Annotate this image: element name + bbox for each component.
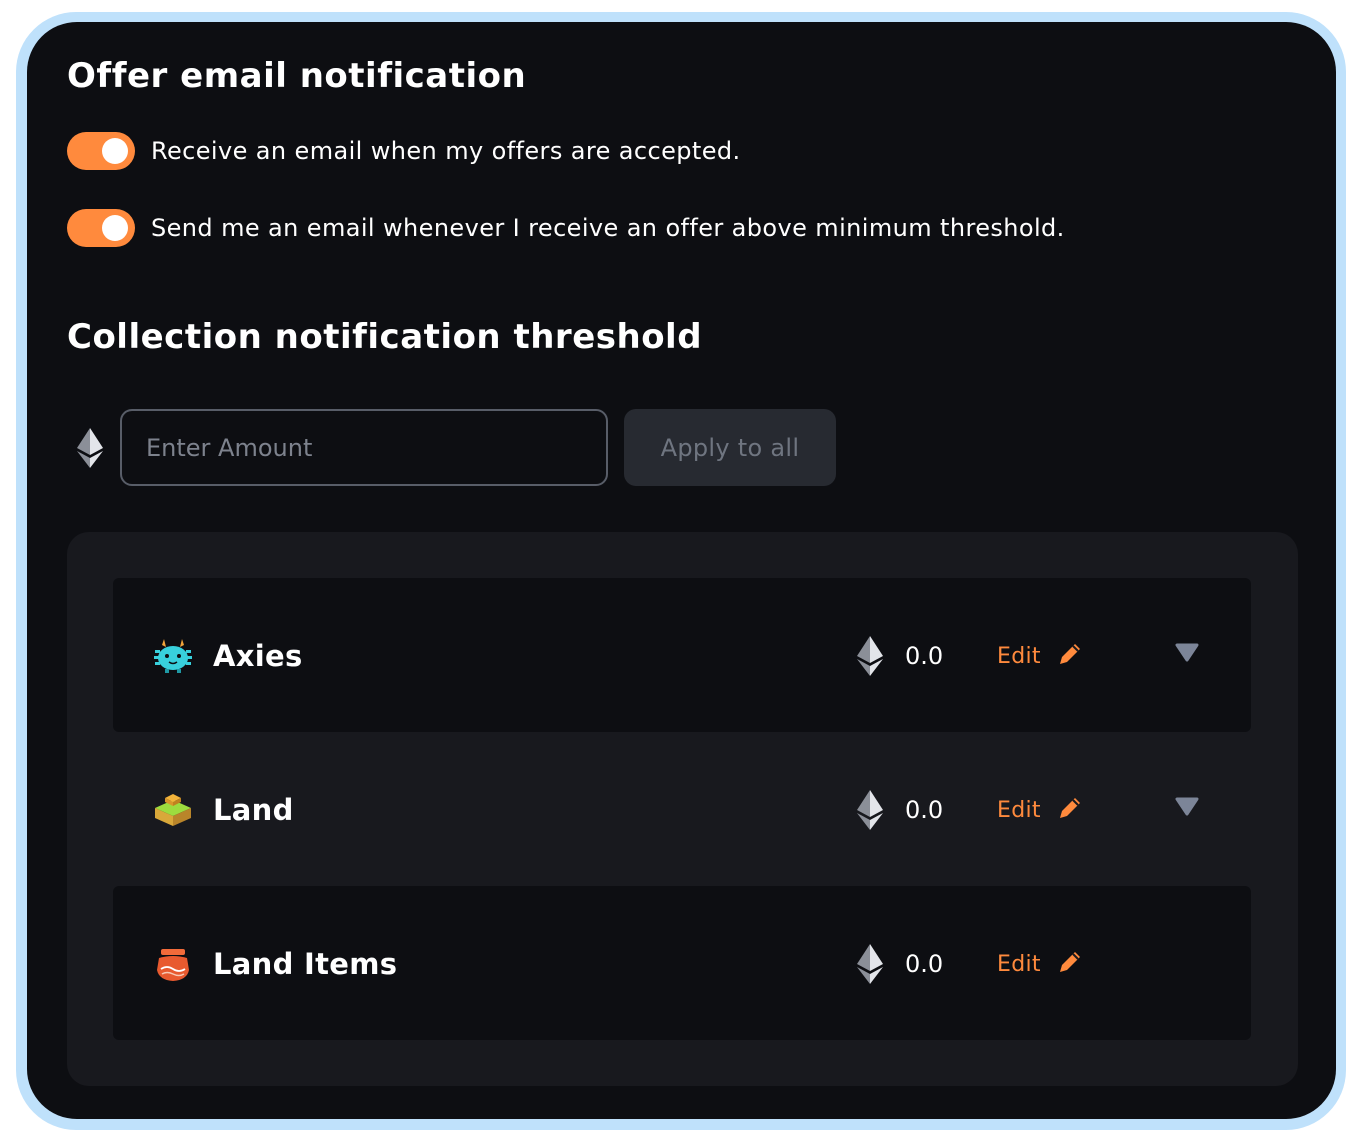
- threshold-title: Collection notification threshold: [67, 317, 703, 357]
- collection-name: Land Items: [213, 947, 398, 981]
- toggle-offers-accepted[interactable]: Receive an email when my offers are acce…: [67, 131, 741, 171]
- edit-button[interactable]: Edit: [997, 790, 1083, 830]
- collection-name: Axies: [213, 639, 303, 673]
- toggle-knob: [102, 138, 128, 164]
- collection-row-axies[interactable]: Axies 0.0 Edit: [113, 578, 1251, 732]
- edit-button[interactable]: Edit: [997, 944, 1083, 984]
- ethereum-icon: [857, 636, 883, 680]
- toggle-offer-above-threshold[interactable]: Send me an email whenever I receive an o…: [67, 208, 1065, 248]
- chevron-down-icon[interactable]: [1175, 642, 1199, 666]
- offers-accepted-label: Receive an email when my offers are acce…: [151, 137, 741, 165]
- chevron-down-icon[interactable]: [1175, 796, 1199, 820]
- land-icon: [153, 790, 193, 830]
- edit-label: Edit: [997, 643, 1041, 669]
- ethereum-icon: [857, 790, 883, 834]
- collection-row-land-items[interactable]: Land Items 0.0 Edit: [113, 886, 1251, 1040]
- edit-label: Edit: [997, 797, 1041, 823]
- collection-row-land[interactable]: Land 0.0 Edit: [113, 732, 1251, 886]
- edit-button[interactable]: Edit: [997, 636, 1083, 676]
- edit-label: Edit: [997, 951, 1041, 977]
- threshold-value: 0.0: [905, 796, 944, 824]
- pencil-icon: [1057, 949, 1083, 979]
- threshold-value: 0.0: [905, 642, 944, 670]
- toggle-knob: [102, 215, 128, 241]
- offer-notification-title: Offer email notification: [67, 56, 527, 96]
- axie-icon: [153, 636, 193, 676]
- collection-name: Land: [213, 793, 294, 827]
- offer-threshold-switch[interactable]: [67, 209, 135, 247]
- threshold-amount-row: Apply to all: [75, 409, 855, 487]
- threshold-value: 0.0: [905, 950, 944, 978]
- offer-threshold-label: Send me an email whenever I receive an o…: [151, 214, 1065, 242]
- amount-input[interactable]: [120, 409, 608, 486]
- offers-accepted-switch[interactable]: [67, 132, 135, 170]
- pencil-icon: [1057, 641, 1083, 671]
- pencil-icon: [1057, 795, 1083, 825]
- collection-threshold-list: Axies 0.0 Edit Land 0.0 Edit Land Items …: [67, 532, 1298, 1086]
- ethereum-icon: [857, 944, 883, 988]
- notification-settings-panel: Offer email notification Receive an emai…: [27, 22, 1336, 1119]
- apply-to-all-button[interactable]: Apply to all: [624, 409, 836, 486]
- ethereum-icon: [77, 428, 103, 472]
- land-items-icon: [153, 944, 193, 984]
